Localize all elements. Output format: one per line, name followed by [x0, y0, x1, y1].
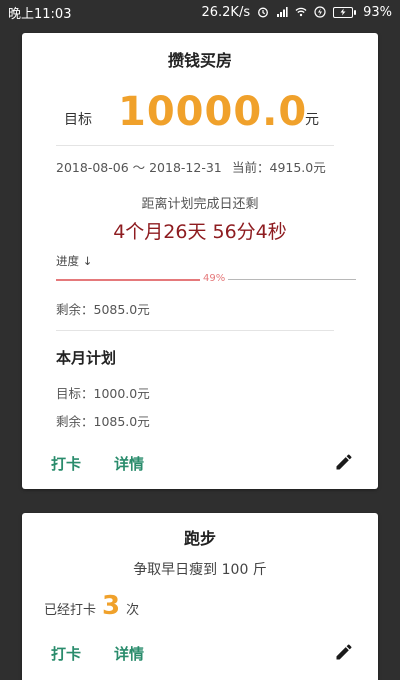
- power-saving-icon: [314, 6, 326, 18]
- checkin-count-line: 已经打卡 3 次: [44, 591, 139, 621]
- month-plan-title: 本月计划: [56, 349, 117, 367]
- edit-pencil-icon[interactable]: [334, 642, 354, 662]
- current-amount: 当前：4915.0元: [232, 160, 326, 175]
- goal-title: 攒钱买房: [167, 51, 232, 70]
- battery-percent: 93%: [363, 4, 392, 20]
- edit-pencil-icon[interactable]: [334, 452, 354, 472]
- network-speed: 26.2K/s: [201, 4, 251, 20]
- card-actions: 打卡 详情: [22, 643, 378, 667]
- habit-title: 跑步: [183, 529, 216, 548]
- running-habit-card[interactable]: 跑步 争取早日瘦到 100 斤 已经打卡 3 次 打卡 详情: [22, 513, 378, 680]
- month-target: 目标：1000.0元: [56, 386, 150, 401]
- savings-goal-card[interactable]: 攒钱买房 目标 10000.0 元 2018-08-06 ～ 2018-12-3…: [22, 33, 378, 489]
- remaining-amount: 剩余：5085.0元: [56, 302, 150, 317]
- target-unit: 元: [305, 112, 319, 128]
- card-actions: 打卡 详情: [22, 453, 378, 477]
- habit-motto: 争取早日瘦到 100 斤: [133, 562, 267, 578]
- status-time: 晚上11:03: [8, 6, 72, 22]
- signal-icon: [277, 7, 288, 17]
- detail-button[interactable]: 详情: [114, 453, 144, 474]
- month-remaining: 剩余：1085.0元: [56, 414, 150, 429]
- target-amount: 10000.0: [118, 89, 308, 135]
- wifi-icon: [295, 7, 307, 17]
- checkin-count: 3: [102, 591, 121, 621]
- divider: [56, 330, 334, 331]
- countdown-timer: 4个月26天 56分4秒: [113, 221, 287, 243]
- alarm-icon: [258, 7, 269, 18]
- target-row: 目标 10000.0 元: [22, 87, 378, 147]
- checkin-button[interactable]: 打卡: [51, 643, 81, 664]
- progress-fill: [56, 278, 203, 281]
- status-bar: 晚上11:03 26.2K/s 93%: [0, 0, 400, 24]
- checkin-button[interactable]: 打卡: [51, 453, 81, 474]
- progress-percent: 49%: [200, 273, 229, 284]
- checked-prefix: 已经打卡: [44, 603, 97, 618]
- target-label: 目标: [64, 112, 92, 128]
- remain-caption: 距离计划完成日还剩: [141, 197, 259, 212]
- progress-label: 进度 ↓: [56, 254, 93, 268]
- detail-button[interactable]: 详情: [114, 643, 144, 664]
- date-range: 2018-08-06 ～ 2018-12-31: [56, 160, 222, 175]
- checked-suffix: 次: [126, 603, 140, 618]
- battery-icon: [333, 6, 357, 18]
- divider: [56, 145, 334, 146]
